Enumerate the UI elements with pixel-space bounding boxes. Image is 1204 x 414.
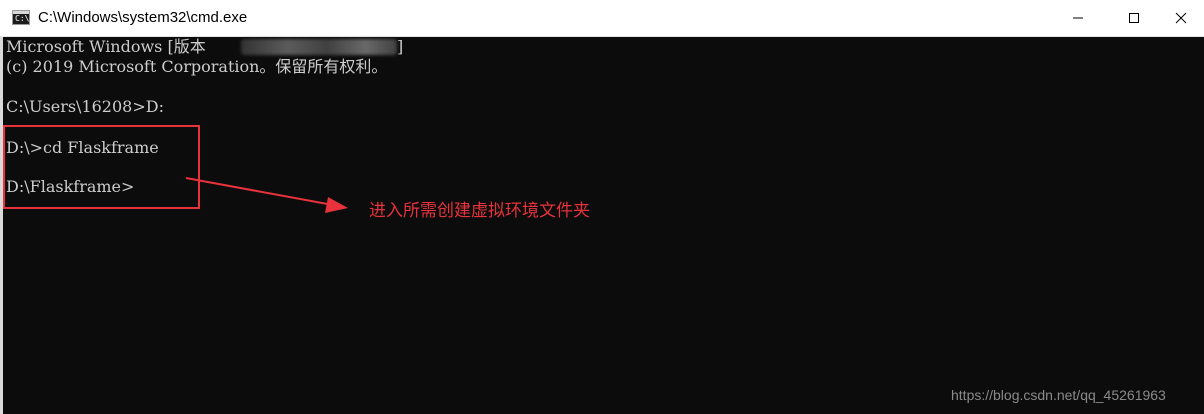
watermark: https://blog.csdn.net/qq_45261963 [951,387,1166,403]
annotation-text: 进入所需创建虚拟环境文件夹 [369,201,590,221]
arrow-annotation [185,177,348,213]
close-icon [1175,12,1187,24]
console-line-cmd-d: C:\Users\16208>D: [6,97,164,116]
maximize-button[interactable] [1111,0,1157,36]
redacted-version [241,39,397,55]
cmd-window: C:\ C:\Windows\system32\cmd.exe Microsof… [0,0,1204,414]
minimize-button[interactable] [1055,0,1101,36]
title-bar[interactable]: C:\ C:\Windows\system32\cmd.exe [0,0,1204,37]
cmd-icon[interactable]: C:\ [12,10,30,25]
window-title: C:\Windows\system32\cmd.exe [38,9,248,26]
highlight-box [3,125,200,209]
close-button[interactable] [1158,0,1204,36]
version-bracket: ] [397,37,404,56]
console-line-version: Microsoft Windows [版本 [6,37,206,56]
console-line-copyright: (c) 2019 Microsoft Corporation。保留所有权利。 [6,57,388,76]
maximize-icon [1129,13,1139,23]
minimize-icon [1073,17,1083,19]
console-output[interactable]: Microsoft Windows [版本 ] (c) 2019 Microso… [0,37,1204,414]
cmd-icon-text: C:\ [15,14,30,23]
